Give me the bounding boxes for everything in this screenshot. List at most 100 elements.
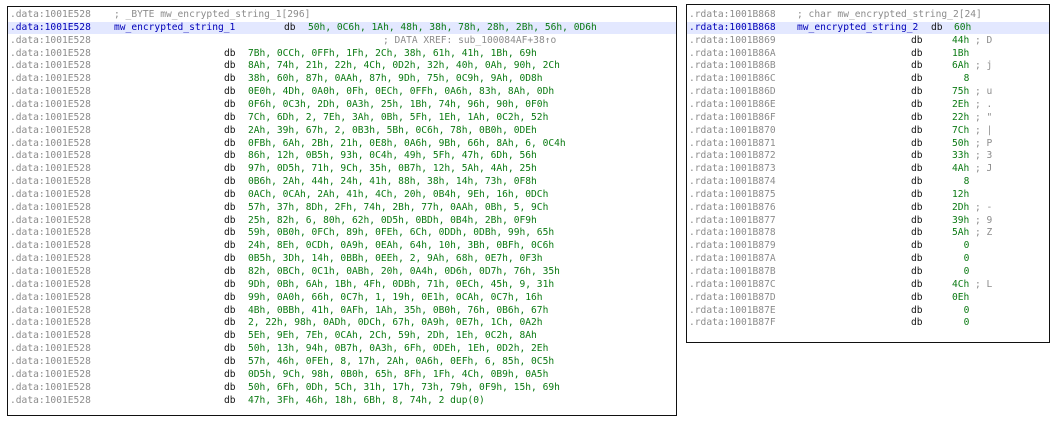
byte-value: 5Ah [952, 227, 970, 239]
address: .rdata:1001B869 [689, 34, 776, 46]
ascii-char-comment: ; Z [975, 227, 993, 239]
address: .data:1001E528 [10, 381, 91, 393]
ascii-char-comment: ; u [975, 86, 993, 98]
byte-values: 7Ch, 6Dh, 2, 7Eh, 3Ah, 0Bh, 5Fh, 1Eh, 1A… [248, 111, 549, 123]
db-directive: db [224, 266, 236, 277]
byte-value: 22h [952, 111, 970, 123]
symbol-label[interactable]: mw_encrypted_string_1 [114, 22, 235, 34]
address: .rdata:1001B868 [689, 21, 776, 33]
db-directive: db [224, 317, 236, 329]
address: .rdata:1001B873 [689, 163, 776, 175]
db-directive: db [911, 124, 923, 136]
ascii-char-comment: ; - [975, 201, 993, 213]
db-directive: db [224, 330, 236, 342]
db-directive: db [911, 304, 923, 316]
byte-value: 6Ah [952, 60, 970, 72]
address: .data:1001E528 [10, 240, 91, 252]
db-directive: db [911, 60, 923, 72]
byte-values: 82h, 0BCh, 0C1h, 0ABh, 20h, 0A4h, 0D6h, … [248, 266, 560, 277]
address: .data:1001E528 [10, 188, 91, 200]
address: .data:1001E528 [10, 214, 91, 226]
address: .rdata:1001B877 [689, 214, 776, 226]
address: .data:1001E528 [10, 60, 91, 72]
address: .data:1001E528 [10, 330, 91, 342]
address: .data:1001E528 [10, 343, 91, 355]
byte-values: 47h, 3Fh, 46h, 18h, 6Bh, 8, 74h, 2 dup(0… [248, 394, 485, 406]
db-directive: db [224, 163, 236, 175]
byte-values: 24h, 8Eh, 0CDh, 0A9h, 0EAh, 64h, 10h, 3B… [248, 240, 555, 252]
byte-value: 8 [963, 176, 970, 188]
byte-values: 50h, 6Fh, 0Dh, 5Ch, 31h, 17h, 73h, 79h, … [248, 381, 560, 393]
db-directive: db [224, 278, 236, 290]
data-xref-comment[interactable]: ; DATA XREF: sub_100084AF+38↑o [383, 35, 556, 47]
byte-value: 7Ch [952, 124, 970, 136]
db-directive: db [911, 176, 923, 188]
db-directive: db [224, 291, 236, 303]
address: .rdata:1001B86E [689, 98, 776, 110]
byte-values: 99h, 0A0h, 66h, 0C7h, 1, 19h, 0E1h, 0CAh… [248, 291, 543, 303]
db-directive: db [224, 355, 236, 367]
address: .rdata:1001B872 [689, 150, 776, 162]
byte-values: 25h, 82h, 6, 80h, 62h, 0D5h, 0BDh, 0B4h,… [248, 214, 537, 226]
label-row[interactable]: .data:1001E528 mw_encrypted_string_1 db 50h… [8, 21, 676, 34]
db-directive: db [224, 124, 236, 136]
db-directive: db [911, 266, 923, 277]
address: .rdata:1001B87C [689, 278, 776, 290]
byte-value: 4Ch [952, 278, 970, 290]
address: .rdata:1001B871 [689, 137, 776, 149]
address: .data:1001E528 [10, 176, 91, 188]
ascii-char-comment: ; P [975, 137, 993, 149]
db-directive: db [224, 214, 236, 226]
byte-values: 0E0h, 4Dh, 0A0h, 0Fh, 0ECh, 0FFh, 0A6h, … [248, 86, 555, 98]
db-directive: db [911, 150, 923, 162]
db-directive: db [911, 201, 923, 213]
byte-values: 57h, 46h, 0FEh, 8, 17h, 2Ah, 0A6h, 0EFh,… [248, 355, 555, 367]
address: .rdata:1001B86A [689, 47, 776, 59]
byte-values: 0B6h, 2Ah, 44h, 24h, 41h, 88h, 38h, 14h,… [248, 176, 537, 188]
byte-values: 0ACh, 0CAh, 2Ah, 41h, 4Ch, 20h, 0B4h, 9E… [248, 188, 549, 200]
db-directive: db [911, 137, 923, 149]
db-directive: db [911, 188, 923, 200]
db-directive: db [224, 304, 236, 316]
address: .rdata:1001B86F [689, 111, 776, 123]
address: .data:1001E528 [10, 317, 91, 329]
byte-values: 5Eh, 9Eh, 7Eh, 0CAh, 2Ch, 59h, 2Dh, 1Eh,… [248, 330, 537, 342]
db-directive: db [224, 73, 236, 85]
db-directive: db [911, 291, 923, 303]
address: .data:1001E528 [10, 137, 91, 149]
ascii-char-comment: ; j [975, 60, 993, 72]
byte-values: 0D5h, 9Ch, 98h, 0B0h, 65h, 8Fh, 1Fh, 4Ch… [248, 368, 549, 380]
address: .rdata:1001B876 [689, 201, 776, 213]
db-directive: db [224, 150, 236, 162]
address: .data:1001E528 [10, 368, 91, 380]
db-directive: db [224, 47, 236, 59]
symbol-label[interactable]: mw_encrypted_string_2 [797, 22, 918, 34]
db-directive: db [224, 201, 236, 213]
address: .rdata:1001B870 [689, 124, 776, 136]
ascii-char-comment: ; 3 [975, 150, 993, 162]
byte-values: 0FBh, 6Ah, 2Bh, 21h, 0E8h, 0A6h, 9Bh, 66… [248, 137, 566, 149]
db-directive: db [224, 227, 236, 239]
db-directive: db [911, 227, 923, 239]
byte-values: 38h, 60h, 87h, 0AAh, 87h, 9Dh, 75h, 0C9h… [248, 73, 543, 85]
db-directive: db [224, 240, 236, 252]
address: .data:1001E528 [10, 9, 91, 20]
address: .rdata:1001B878 [689, 227, 776, 239]
byte-values: 50h, 13h, 94h, 0B7h, 0A3h, 6Fh, 0DEh, 1E… [248, 343, 549, 355]
db-directive: db [224, 137, 236, 149]
ida-data-view-right: .rdata:1001B868 ; char mw_encrypted_strin… [686, 4, 1050, 343]
db-directive: db [911, 163, 923, 175]
db-directive: db [224, 60, 236, 72]
db-directive: db [931, 21, 943, 33]
byte-values: 2, 22h, 98h, 0ADh, 0DCh, 67h, 0A9h, 0E7h… [248, 317, 543, 329]
byte-values: 59h, 0B0h, 0FCh, 89h, 0FEh, 6Ch, 0DDh, 0… [248, 227, 555, 239]
address: .data:1001E528 [10, 291, 91, 303]
address: .data:1001E528 [10, 201, 91, 213]
label-row[interactable]: .rdata:1001B868 mw_encrypted_string_2 db 60… [687, 21, 1049, 34]
address: .data:1001E528 [10, 47, 91, 59]
address: .data:1001E528 [10, 253, 91, 265]
db-directive: db [224, 368, 236, 380]
byte-value: 39h [952, 214, 970, 226]
db-directive: db [224, 86, 236, 98]
byte-value: 2Dh [952, 201, 970, 213]
